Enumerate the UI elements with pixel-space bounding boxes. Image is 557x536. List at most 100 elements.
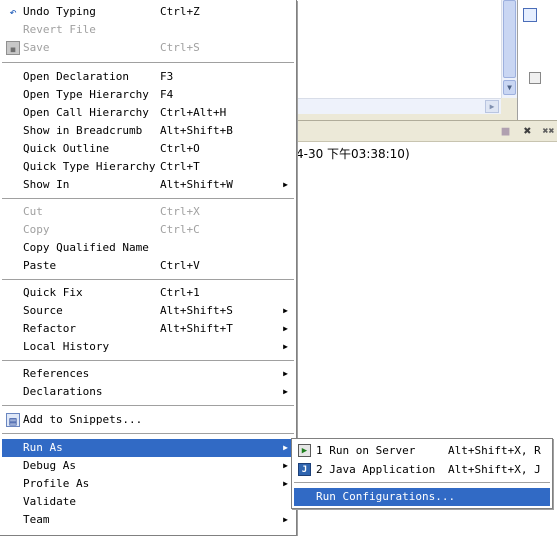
editor-context-menu: ↶ Undo Typing Ctrl+Z Revert File ▪ Save … (0, 0, 297, 536)
submenu-arrow-icon: ▶ (283, 306, 288, 315)
scrollbar-thumb[interactable] (503, 0, 516, 78)
submenu-arrow-icon: ▶ (283, 515, 288, 524)
menu-item-save[interactable]: ▪ Save Ctrl+S (2, 39, 294, 57)
menu-item-declarations[interactable]: Declarations ▶ (2, 383, 294, 401)
submenu-item-java-application[interactable]: J 2 Java Application Alt+Shift+X, J (294, 461, 550, 479)
menu-item-add-to-snippets[interactable]: ▤ Add to Snippets... (2, 411, 294, 429)
menu-item-label: Revert File (23, 23, 96, 36)
menu-item-label: Quick Type Hierarchy (23, 160, 156, 173)
menu-item-validate[interactable]: Validate (2, 493, 294, 511)
menu-separator (2, 62, 294, 64)
menu-item-quick-outline[interactable]: Quick Outline Ctrl+O (2, 140, 294, 158)
remove-all-icon[interactable]: ✖✖ (540, 124, 557, 139)
run-as-submenu: ▶ 1 Run on Server Alt+Shift+X, R J 2 Jav… (291, 438, 553, 509)
menu-separator (2, 279, 294, 281)
menu-item-open-declaration[interactable]: Open Declaration F3 (2, 68, 294, 86)
menu-item-label: Quick Outline (23, 142, 110, 155)
menu-item-references[interactable]: References ▶ (2, 365, 294, 383)
menu-item-label: Validate (23, 495, 76, 508)
menu-item-cut[interactable]: Cut Ctrl+X (2, 203, 294, 221)
scroll-down-button[interactable]: ▼ (503, 80, 516, 95)
menu-item-accelerator: Ctrl+S (160, 41, 200, 54)
menu-item-accelerator: F3 (160, 70, 174, 83)
submenu-item-run-configurations[interactable]: Run Configurations... (294, 488, 550, 506)
menu-item-accelerator: F4 (160, 88, 174, 101)
menu-item-label: Debug As (23, 459, 76, 472)
menu-item-label: Undo Typing (23, 5, 96, 18)
menu-item-label: Refactor (23, 322, 76, 335)
undo-icon: ↶ (9, 5, 17, 19)
menu-item-label: Show In (23, 178, 70, 191)
menu-separator (2, 198, 294, 200)
menu-item-label: Run As (23, 441, 63, 454)
menu-item-refactor[interactable]: Refactor Alt+Shift+T ▶ (2, 320, 294, 338)
menu-item-accelerator: Alt+Shift+B (160, 124, 233, 137)
menu-item-label: Add to Snippets... (23, 413, 143, 426)
menu-item-label: References (23, 367, 90, 380)
menu-item-profile-as[interactable]: Profile As ▶ (2, 475, 294, 493)
menu-item-accelerator: Ctrl+O (160, 142, 200, 155)
menu-item-quick-fix[interactable]: Quick Fix Ctrl+1 (2, 284, 294, 302)
menu-item-label: Team (23, 513, 50, 526)
menu-item-revert-file[interactable]: Revert File (2, 21, 294, 39)
menu-item-label: Copy (23, 223, 50, 236)
java-app-icon: J (298, 463, 311, 476)
console-toolbar: ■ ✖ ✖✖ (296, 120, 557, 142)
submenu-arrow-icon: ▶ (283, 461, 288, 470)
menu-item-accelerator: Ctrl+V (160, 259, 200, 272)
editor-area[interactable] (296, 0, 501, 98)
menu-item-debug-as[interactable]: Debug As ▶ (2, 457, 294, 475)
editor-vertical-scrollbar[interactable]: ▼ (501, 0, 517, 98)
console-status-text: 4-30 下午03:38:10) (296, 147, 410, 161)
menu-item-label: Copy Qualified Name (23, 241, 149, 254)
menu-item-accelerator: Ctrl+X (160, 205, 200, 218)
menu-item-accelerator: Alt+Shift+T (160, 322, 233, 335)
submenu-arrow-icon: ▶ (283, 180, 288, 189)
stop-icon[interactable]: ■ (498, 124, 513, 139)
menu-item-open-type-hierarchy[interactable]: Open Type Hierarchy F4 (2, 86, 294, 104)
submenu-arrow-icon: ▶ (283, 387, 288, 396)
menu-item-quick-type-hierarchy[interactable]: Quick Type Hierarchy Ctrl+T (2, 158, 294, 176)
menu-separator (2, 433, 294, 435)
menu-item-accelerator: Ctrl+C (160, 223, 200, 236)
menu-item-label: Local History (23, 340, 110, 353)
menu-item-accelerator: Alt+Shift+S (160, 304, 233, 317)
menu-item-label: Show in Breadcrumb (23, 124, 143, 137)
submenu-arrow-icon: ▶ (283, 324, 288, 333)
menu-item-paste[interactable]: Paste Ctrl+V (2, 257, 294, 275)
menu-item-label: Open Type Hierarchy (23, 88, 149, 101)
menu-separator (2, 360, 294, 362)
close-icon[interactable]: ✖ (520, 124, 535, 139)
menu-separator (294, 482, 550, 484)
submenu-item-run-on-server[interactable]: ▶ 1 Run on Server Alt+Shift+X, R (294, 442, 550, 460)
menu-item-accelerator: Ctrl+T (160, 160, 200, 173)
menu-item-copy-qualified-name[interactable]: Copy Qualified Name (2, 239, 294, 257)
menu-item-accelerator: Ctrl+Z (160, 5, 200, 18)
collapse-icon[interactable] (529, 72, 541, 84)
menu-item-run-as[interactable]: Run As ▶ (2, 439, 294, 457)
submenu-item-accelerator: Alt+Shift+X, J (448, 463, 541, 476)
menu-item-accelerator: Alt+Shift+W (160, 178, 233, 191)
menu-item-show-in-breadcrumb[interactable]: Show in Breadcrumb Alt+Shift+B (2, 122, 294, 140)
menu-item-undo-typing[interactable]: ↶ Undo Typing Ctrl+Z (2, 3, 294, 21)
snippet-icon: ▤ (6, 413, 20, 428)
submenu-item-label: 2 Java Application (316, 463, 436, 476)
outline-icon[interactable] (523, 8, 537, 22)
outline-panel (517, 0, 557, 120)
menu-item-show-in[interactable]: Show In Alt+Shift+W ▶ (2, 176, 294, 194)
submenu-arrow-icon: ▶ (283, 369, 288, 378)
submenu-item-label: 1 Run on Server (316, 444, 416, 457)
menu-item-label: Open Declaration (23, 70, 129, 83)
scroll-right-button[interactable]: ▶ (485, 100, 499, 113)
menu-item-open-call-hierarchy[interactable]: Open Call Hierarchy Ctrl+Alt+H (2, 104, 294, 122)
menu-item-label: Cut (23, 205, 43, 218)
menu-item-label: Quick Fix (23, 286, 83, 299)
menu-item-local-history[interactable]: Local History ▶ (2, 338, 294, 356)
editor-horizontal-scrollbar[interactable]: ▶ (296, 98, 501, 114)
menu-item-team[interactable]: Team ▶ (2, 511, 294, 529)
menu-item-source[interactable]: Source Alt+Shift+S ▶ (2, 302, 294, 320)
menu-item-copy[interactable]: Copy Ctrl+C (2, 221, 294, 239)
submenu-arrow-icon: ▶ (283, 342, 288, 351)
server-icon: ▶ (298, 444, 311, 457)
submenu-arrow-icon: ▶ (283, 479, 288, 488)
